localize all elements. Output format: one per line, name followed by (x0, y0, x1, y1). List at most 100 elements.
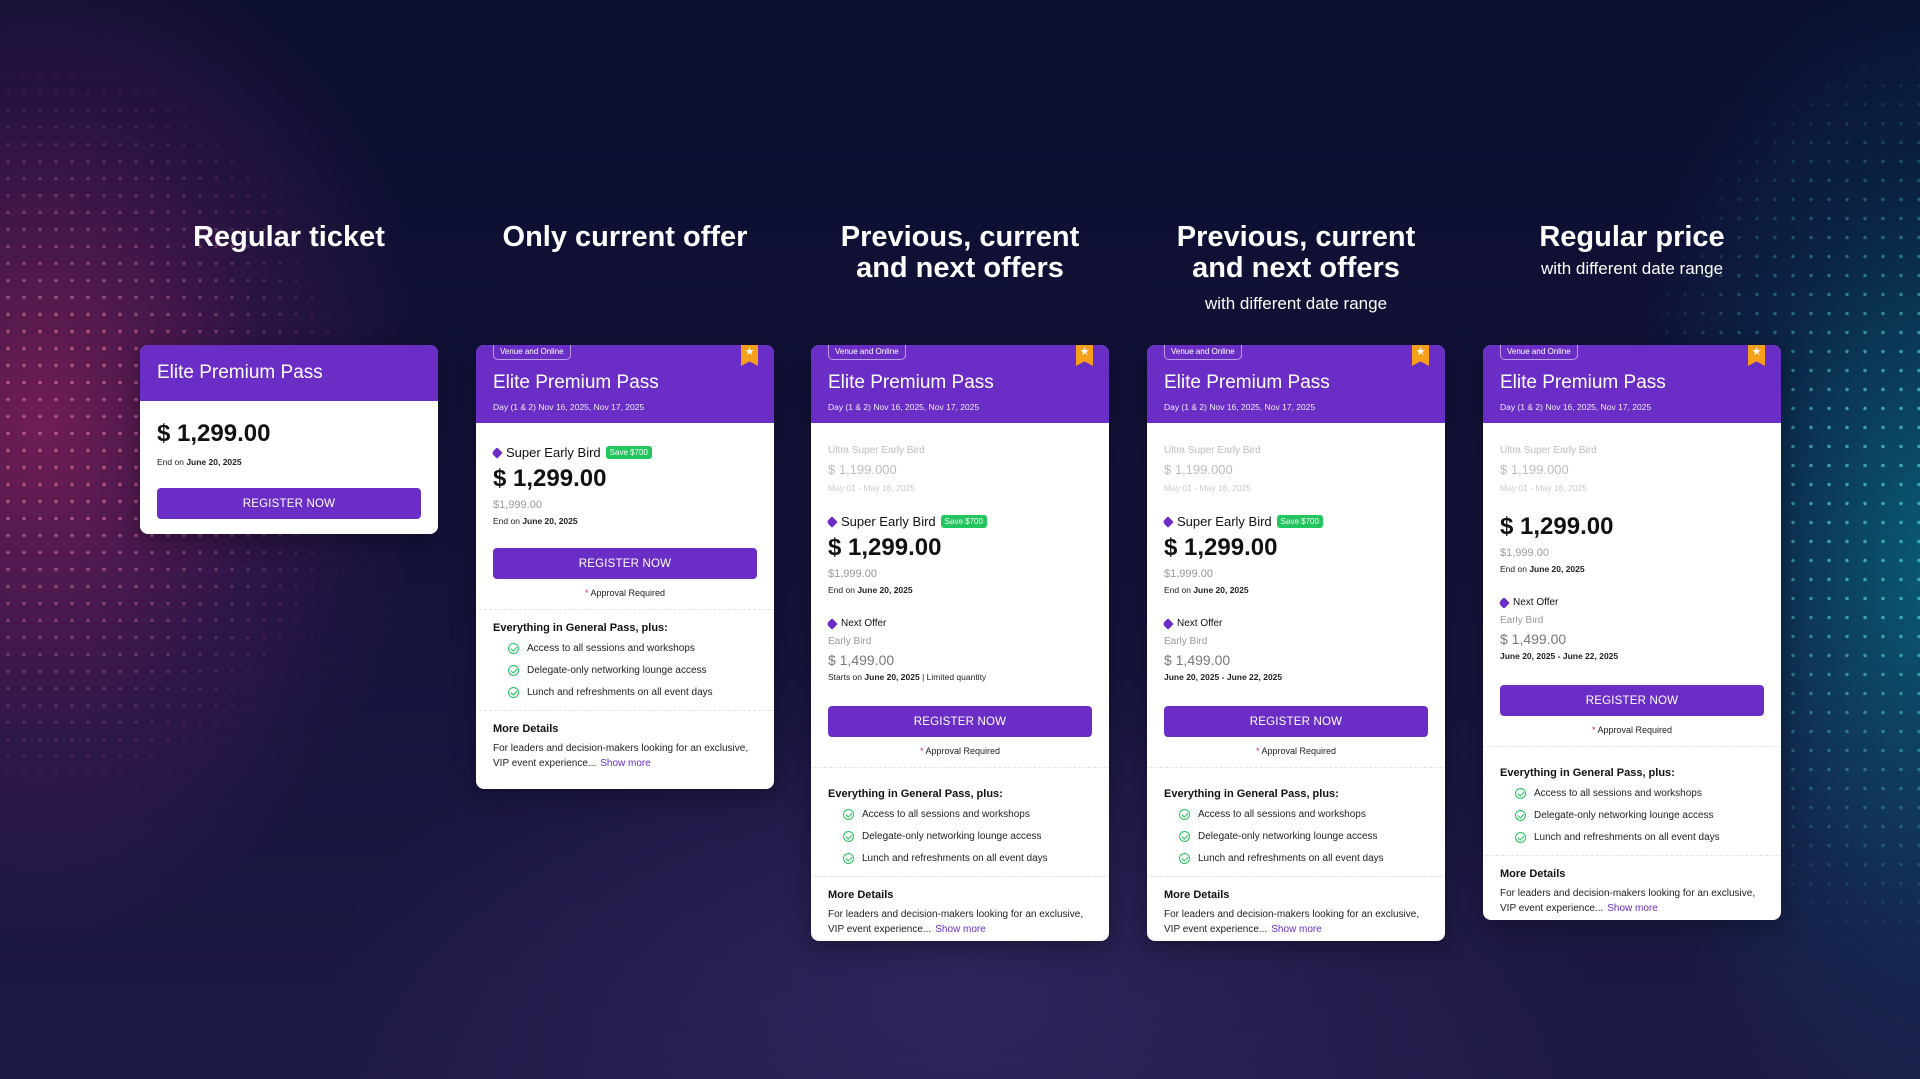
previous-offer-dates: May 01 - May 18, 2025 (1500, 483, 1587, 493)
feature-text: Delegate-only networking lounge access (1534, 810, 1714, 821)
end-date: June 20, 2025 (522, 516, 578, 526)
next-offer-name: Early Bird (828, 636, 872, 647)
more-details-title: More Details (1500, 868, 1566, 880)
next-offer: Next Offer (826, 617, 1092, 630)
previous-offer-dates: May 01 - May 18, 2025 (1164, 483, 1251, 493)
offer-name: Super Early Bird (1177, 514, 1272, 529)
card-header: Elite Premium Pass (140, 345, 438, 401)
card-header: Venue and Online ★ Elite Premium Pass Da… (1147, 345, 1445, 423)
save-badge: Save $700 (605, 446, 652, 459)
bookmark-star-icon: ★ (1412, 345, 1429, 366)
column-heading: Previous, current and next offers with d… (1107, 222, 1485, 314)
card-header: Venue and Online ★ Elite Premium Pass Da… (476, 345, 774, 423)
feature-text: Access to all sessions and workshops (527, 643, 695, 654)
previous-offer-price: $ 1,199.000 (1500, 462, 1569, 477)
register-now-button[interactable]: REGISTER NOW (157, 488, 421, 519)
register-now-button[interactable]: REGISTER NOW (1164, 706, 1428, 737)
register-now-button[interactable]: REGISTER NOW (1500, 685, 1764, 716)
register-wrap: REGISTER NOW (157, 488, 421, 519)
feature-item: Delegate-only networking lounge access (1500, 810, 1764, 821)
divider (811, 767, 1109, 768)
column-heading: Previous, current and next offers (771, 222, 1149, 284)
card-body: $ 1,299.00 End on June 20, 2025 REGISTER… (140, 401, 438, 534)
ticket-price: $ 1,299.00 (157, 420, 271, 447)
check-circle-icon (843, 809, 854, 820)
venue-badge: Venue and Online (1164, 345, 1242, 360)
event-date: Day (1 & 2) Nov 16, 2025, Nov 17, 2025 (1164, 402, 1316, 412)
save-badge: Save $700 (940, 515, 987, 528)
start-suffix: | Limited quantity (922, 672, 987, 682)
column-subheading: with different date range (1540, 259, 1724, 278)
register-wrap: REGISTER NOW (493, 548, 757, 579)
more-details-title: More Details (828, 889, 894, 901)
feature-text: Delegate-only networking lounge access (1198, 831, 1378, 842)
show-more-link[interactable]: Show more (600, 758, 651, 769)
approval-text: Approval Required (1261, 746, 1337, 756)
previous-offer-price: $ 1,199.000 (828, 462, 897, 477)
divider (1147, 876, 1445, 877)
current-offer: Super Early Bird Save $700 (491, 445, 757, 460)
column-heading: Regular price with different date range (1443, 222, 1821, 279)
card-body: Super Early Bird Save $700 $ 1,299.00 $1… (476, 423, 774, 789)
check-circle-icon (843, 831, 854, 842)
ticket-card: Elite Premium Pass $ 1,299.00 End on Jun… (140, 345, 438, 534)
card-body: Ultra Super Early Bird $ 1,199.000 May 0… (1147, 423, 1445, 941)
register-now-button[interactable]: REGISTER NOW (828, 706, 1092, 737)
end-date-line: End on June 20, 2025 (157, 457, 421, 467)
next-offer: Next Offer (1162, 617, 1428, 630)
tag-icon (826, 515, 838, 528)
register-wrap: REGISTER NOW (1164, 706, 1428, 737)
ticket-card: Venue and Online ★ Elite Premium Pass Da… (811, 345, 1109, 941)
feature-text: Access to all sessions and workshops (1198, 809, 1366, 820)
pass-title: Elite Premium Pass (1164, 372, 1330, 393)
original-price: $1,999.00 (1500, 547, 1549, 559)
previous-offer-dates: May 01 - May 18, 2025 (828, 483, 915, 493)
column-heading-text: Previous, current and next offers (840, 221, 1080, 284)
column-heading-text: Only current offer (502, 221, 748, 253)
register-wrap: REGISTER NOW (1500, 685, 1764, 716)
feature-item: Lunch and refreshments on all event days (1500, 832, 1764, 843)
more-details-text: For leaders and decision-makers looking … (828, 907, 1092, 937)
save-badge: Save $700 (1276, 515, 1323, 528)
divider (476, 710, 774, 711)
pass-title: Elite Premium Pass (828, 372, 994, 393)
next-offer: Next Offer (1498, 596, 1764, 609)
features-title: Everything in General Pass, plus: (1500, 767, 1675, 779)
check-circle-icon (1179, 853, 1190, 864)
show-more-link[interactable]: Show more (1607, 903, 1658, 914)
feature-text: Lunch and refreshments on all event days (1198, 853, 1384, 864)
column-heading-text: Previous, current and next offers (1176, 221, 1416, 284)
divider (1483, 855, 1781, 856)
feature-text: Lunch and refreshments on all event days (862, 853, 1048, 864)
previous-offer-name: Ultra Super Early Bird (828, 445, 925, 456)
next-offer-name: Early Bird (1500, 615, 1544, 626)
more-details-title: More Details (493, 723, 559, 735)
end-prefix: End on (828, 585, 855, 595)
ticket-price: $ 1,299.00 (1500, 513, 1614, 540)
check-circle-icon (1515, 832, 1526, 843)
card-body: Ultra Super Early Bird $ 1,199.000 May 0… (811, 423, 1109, 941)
current-offer: Super Early Bird Save $700 (826, 514, 1092, 529)
venue-badge: Venue and Online (1500, 345, 1578, 360)
previous-offer-name: Ultra Super Early Bird (1500, 445, 1597, 456)
approval-note: * Approval Required (919, 746, 1001, 756)
ticket-card: Venue and Online ★ Elite Premium Pass Da… (1483, 345, 1781, 920)
column-heading-text: Regular ticket (193, 221, 385, 253)
show-more-link[interactable]: Show more (935, 924, 986, 935)
feature-text: Delegate-only networking lounge access (527, 665, 707, 676)
column-heading: Only current offer (436, 222, 814, 253)
tag-icon (1162, 515, 1174, 528)
feature-item: Lunch and refreshments on all event days (1164, 853, 1428, 864)
end-prefix: End on (157, 457, 184, 467)
check-circle-icon (843, 853, 854, 864)
start-prefix: Starts on (828, 672, 863, 682)
event-date: Day (1 & 2) Nov 16, 2025, Nov 17, 2025 (493, 402, 645, 412)
bookmark-star-icon: ★ (1076, 345, 1093, 366)
show-more-link[interactable]: Show more (1271, 924, 1322, 935)
register-now-button[interactable]: REGISTER NOW (493, 548, 757, 579)
register-wrap: REGISTER NOW (828, 706, 1092, 737)
approval-text: Approval Required (1597, 725, 1673, 735)
ticket-price: $ 1,299.00 (1164, 534, 1278, 561)
feature-item: Access to all sessions and workshops (828, 809, 1092, 820)
pass-title: Elite Premium Pass (1500, 372, 1666, 393)
